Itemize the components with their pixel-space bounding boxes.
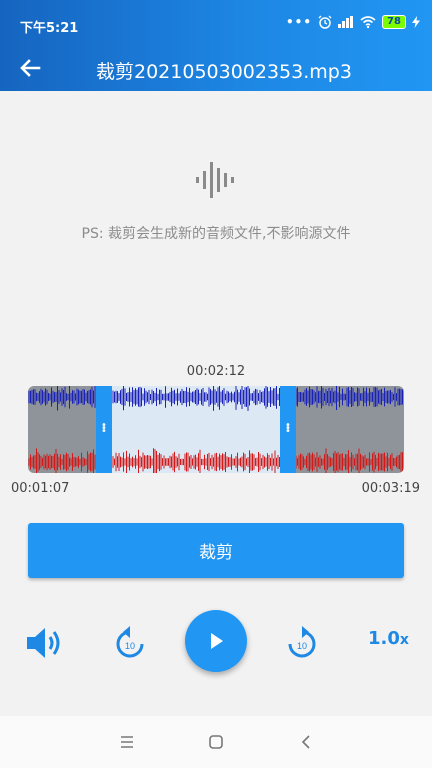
- trim-start-time: 00:01:07: [11, 481, 70, 496]
- status-icons: ••• 78: [286, 15, 420, 29]
- trim-end-time: 00:03:19: [361, 481, 420, 496]
- rewind-10-icon[interactable]: 10: [113, 624, 147, 660]
- drag-grip-icon: • • •: [285, 420, 291, 437]
- waveform-graphic: [28, 386, 403, 473]
- charging-icon: [412, 16, 420, 28]
- signal-icon: [338, 16, 353, 28]
- hint-text: PS: 裁剪会生成新的音频文件,不影响源文件: [81, 226, 351, 242]
- wifi-icon: [360, 16, 376, 28]
- cut-button[interactable]: 裁剪: [28, 523, 404, 578]
- playback-speed-button[interactable]: 1.0x: [368, 628, 409, 649]
- drag-grip-icon: • • •: [101, 420, 107, 437]
- back-arrow-icon[interactable]: [16, 54, 44, 82]
- volume-icon[interactable]: [24, 625, 64, 661]
- waveform-editor[interactable]: • • • • • •: [28, 386, 404, 473]
- speed-suffix: x: [399, 632, 409, 648]
- trim-end-handle[interactable]: • • •: [280, 386, 296, 473]
- system-nav-bar: [0, 716, 432, 768]
- app-bar: 下午5:21 ••• 78 裁剪20210503002353.mp3: [0, 0, 432, 91]
- menu-icon[interactable]: [119, 734, 135, 750]
- status-time: 下午5:21: [20, 21, 79, 36]
- forward-10-icon[interactable]: 10: [285, 624, 319, 660]
- chevron-left-icon[interactable]: [298, 734, 314, 750]
- forward-seconds-label: 10: [297, 641, 307, 651]
- trim-start-handle[interactable]: • • •: [96, 386, 112, 473]
- play-icon: [211, 633, 223, 649]
- selected-duration: 00:02:12: [186, 364, 246, 379]
- battery-icon: 78: [382, 15, 406, 29]
- play-button[interactable]: [185, 610, 247, 672]
- alarm-icon: [318, 15, 332, 29]
- page-title: 裁剪20210503002353.mp3: [96, 61, 352, 83]
- audio-waveform-icon: [196, 162, 234, 198]
- more-dots-icon: •••: [285, 15, 312, 29]
- square-icon[interactable]: [208, 734, 224, 750]
- status-bar: 下午5:21 ••• 78: [0, 0, 432, 44]
- speed-value: 1.0: [368, 628, 400, 649]
- rewind-seconds-label: 10: [125, 641, 135, 651]
